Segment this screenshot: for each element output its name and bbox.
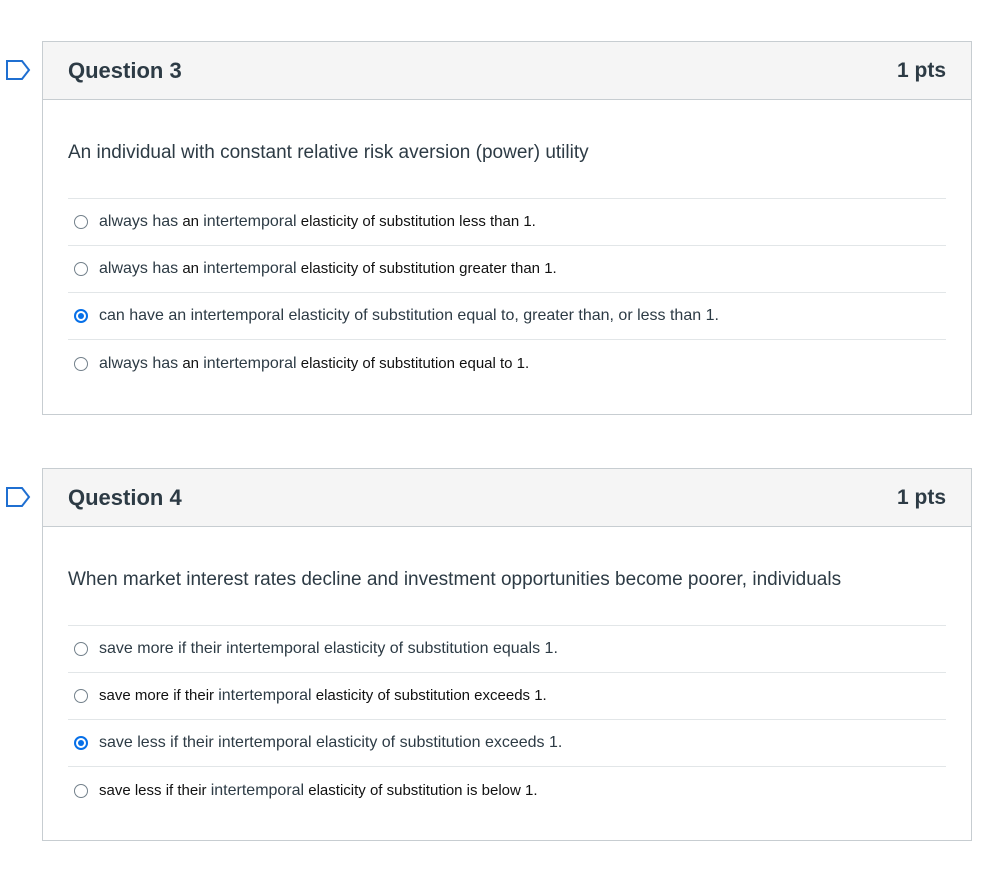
radio-button[interactable] <box>74 262 88 276</box>
radio-button[interactable] <box>74 356 88 371</box>
radio-button[interactable] <box>74 783 88 798</box>
question-body: When market interest rates decline and i… <box>43 527 971 836</box>
answer-label: save less if their intertemporal elastic… <box>99 781 538 799</box>
flag-question-icon[interactable] <box>5 60 31 80</box>
answer-label: always has an intertemporal elasticity o… <box>99 354 530 372</box>
answer-list: save more if their intertemporal elastic… <box>68 625 946 814</box>
radio-button-checked[interactable] <box>74 736 88 750</box>
question-card: Question 3 1 pts An individual with cons… <box>42 41 972 415</box>
radio-button[interactable] <box>74 215 88 229</box>
answer-label: can have an intertemporal elasticity of … <box>99 307 719 324</box>
answer-label: always has an intertemporal elasticity o… <box>99 260 557 277</box>
answer-option-selected[interactable]: save less if their intertemporal elastic… <box>68 720 946 767</box>
question-title: Question 4 <box>68 484 182 510</box>
radio-button-checked[interactable] <box>74 309 88 323</box>
question-card: Question 4 1 pts When market interest ra… <box>42 468 972 841</box>
question-text: An individual with constant relative ris… <box>68 142 589 163</box>
question-title: Question 3 <box>68 57 182 83</box>
answer-label: save more if their intertemporal elastic… <box>99 687 547 704</box>
radio-button[interactable] <box>74 642 88 656</box>
answer-list: always has an intertemporal elasticity o… <box>68 198 946 387</box>
flag-question-icon[interactable] <box>5 487 31 507</box>
question-body: An individual with constant relative ris… <box>43 100 971 409</box>
answer-label: save less if their intertemporal elastic… <box>99 734 563 751</box>
answer-label: always has an intertemporal elasticity o… <box>99 213 536 230</box>
answer-option[interactable]: save less if their intertemporal elastic… <box>68 767 946 814</box>
question-header: Question 4 1 pts <box>43 469 971 527</box>
answer-option[interactable]: save more if their intertemporal elastic… <box>68 673 946 720</box>
question-text: When market interest rates decline and i… <box>68 569 842 590</box>
question-points: 1 pts <box>896 58 946 82</box>
question-points: 1 pts <box>896 485 946 509</box>
answer-option[interactable]: always has an intertemporal elasticity o… <box>68 340 946 387</box>
radio-button[interactable] <box>74 689 88 703</box>
answer-option[interactable]: always has an intertemporal elasticity o… <box>68 246 946 293</box>
question-header: Question 3 1 pts <box>43 42 971 100</box>
answer-option-selected[interactable]: can have an intertemporal elasticity of … <box>68 293 946 340</box>
answer-option[interactable]: always has an intertemporal elasticity o… <box>68 199 946 246</box>
answer-label: save more if their intertemporal elastic… <box>99 640 558 657</box>
answer-option[interactable]: save more if their intertemporal elastic… <box>68 626 946 673</box>
